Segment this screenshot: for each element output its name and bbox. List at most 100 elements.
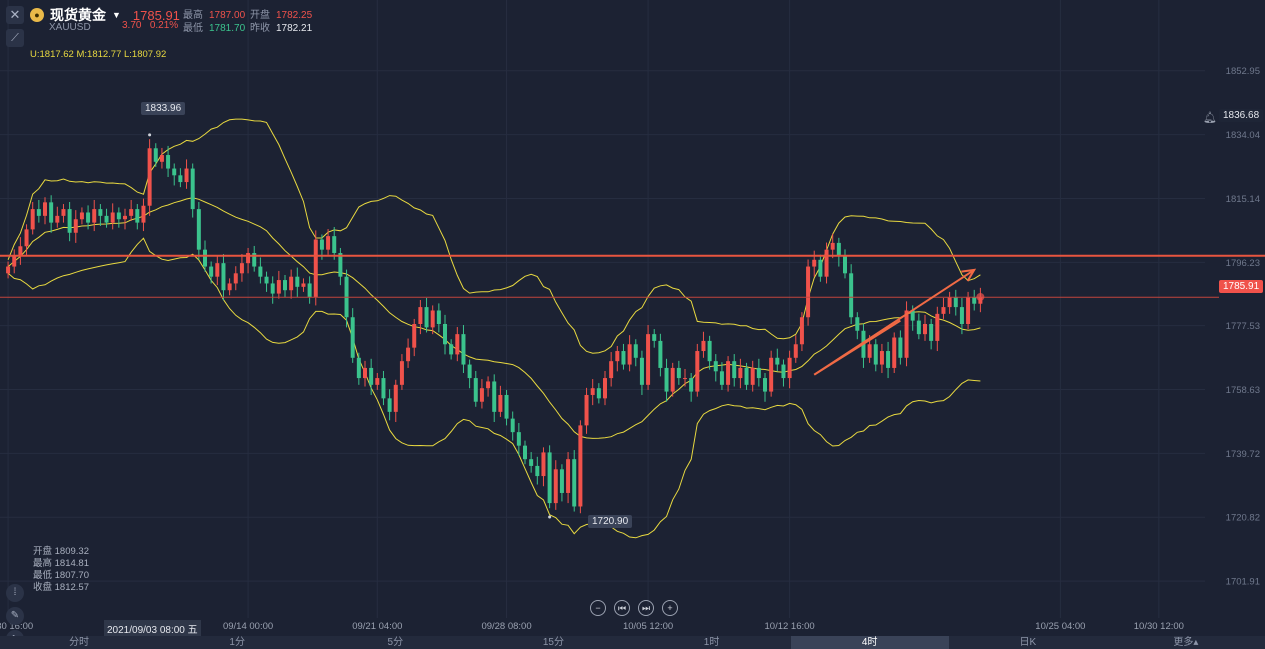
y-tick-label: 1701.91: [1226, 577, 1260, 588]
candle-body: [498, 394, 503, 412]
period-tab[interactable]: 分时: [0, 636, 158, 649]
bell-icon[interactable]: 🔔︎: [1199, 110, 1221, 125]
candle-body: [904, 310, 909, 358]
candle-body: [566, 459, 571, 493]
candle-body: [941, 307, 946, 314]
bollinger-values: U:1817.62 M:1812.77 L:1807.92: [30, 49, 167, 60]
x-tick-label: 10/25 04:00: [1035, 621, 1085, 632]
period-tab[interactable]: 15分: [474, 636, 632, 649]
current-price-tag: 1785.91: [1219, 280, 1264, 293]
candle-body: [196, 209, 201, 250]
candle-body: [129, 209, 134, 216]
candle-body: [615, 351, 620, 362]
candle-body: [479, 388, 484, 402]
candle-body: [596, 388, 601, 399]
candle-body: [793, 344, 798, 358]
x-tick-label: 10/30 12:00: [1134, 621, 1184, 632]
candle-body: [30, 209, 35, 230]
period-tab[interactable]: 1时: [633, 636, 791, 649]
candle-body: [270, 283, 275, 294]
candle-body: [455, 334, 460, 355]
draw-tool-icon[interactable]: ⟋: [6, 29, 24, 47]
candle-body: [590, 388, 595, 395]
indicator-icon[interactable]: ⁞: [6, 584, 24, 602]
skip-start-icon[interactable]: ⏮︎: [614, 600, 630, 616]
candle-body: [153, 148, 158, 162]
candle-body: [375, 378, 380, 385]
close-icon[interactable]: ✕: [6, 6, 24, 24]
candle-body: [966, 296, 971, 324]
candle-body: [166, 155, 171, 169]
candle-body: [443, 324, 447, 345]
candle-body: [695, 351, 700, 392]
period-tabs: 分时 1分 5分 15分 1时 4时 日K 更多▴: [0, 636, 1265, 649]
candle-body: [43, 202, 47, 216]
candle-body: [898, 337, 903, 358]
candle-body: [61, 209, 66, 216]
candle-body: [652, 334, 657, 341]
period-tab[interactable]: 4时: [790, 636, 949, 649]
symbol-code: XAUUSD: [49, 22, 91, 33]
candle-body: [769, 357, 774, 392]
candle-body: [110, 212, 115, 223]
candle-body: [849, 273, 854, 318]
candle-body: [319, 239, 324, 250]
period-tab[interactable]: 日K: [949, 636, 1107, 649]
candle-body: [418, 307, 423, 324]
candle-body: [184, 168, 189, 183]
candle-body: [406, 347, 411, 362]
candle-body: [486, 381, 491, 389]
candle-body: [658, 340, 663, 368]
candle-body: [603, 378, 607, 399]
candle-body: [116, 212, 121, 220]
candle-body: [246, 253, 251, 264]
extreme-marker: [548, 515, 552, 519]
candle-body: [787, 357, 792, 379]
zoom-in-icon[interactable]: +: [662, 600, 678, 616]
candle-body: [49, 202, 54, 223]
crosshair-ohlc: 开盘 1809.32 最高 1814.81 最低 1807.70 收盘 1812…: [33, 546, 89, 594]
candle-body: [683, 378, 687, 380]
candle-body: [935, 313, 940, 341]
candle-body: [369, 367, 374, 385]
period-tab[interactable]: 更多▴: [1107, 636, 1265, 649]
skip-end-icon[interactable]: ⏭︎: [638, 600, 654, 616]
candle-body: [516, 432, 521, 446]
x-tick-label: 09/14 00:00: [223, 621, 273, 632]
y-tick-label: 1796.23: [1226, 258, 1260, 269]
candle-body: [190, 168, 195, 210]
y-tick-label: 1834.04: [1226, 130, 1260, 141]
candle-body: [750, 367, 755, 385]
zoom-out-icon[interactable]: −: [590, 600, 606, 616]
candle-body: [892, 337, 897, 368]
candle-body: [559, 469, 564, 493]
candle-body: [676, 367, 681, 379]
period-tab[interactable]: 5分: [316, 636, 474, 649]
candle-body: [92, 209, 97, 223]
candle-body: [332, 236, 337, 254]
candle-body: [646, 334, 651, 385]
candle-body: [467, 364, 472, 379]
x-tick-label: 09/28 08:00: [481, 621, 531, 632]
y-tick-label: 1777.53: [1226, 321, 1260, 332]
candle-body: [523, 445, 527, 460]
candle-body: [172, 168, 177, 176]
candle-body: [639, 357, 644, 385]
candle-body: [159, 155, 164, 162]
live-price-dot: [976, 292, 985, 301]
candle-body: [879, 351, 884, 365]
candle-body: [123, 215, 127, 220]
pencil-icon[interactable]: ✎: [6, 607, 24, 625]
candle-body: [147, 148, 152, 206]
period-tab[interactable]: 1分: [158, 636, 316, 649]
candlestick-chart[interactable]: 1852.95 1834.04 1815.14 1796.23 1777.53 1758.…: [0, 0, 1265, 649]
chevron-down-icon[interactable]: ▼: [112, 10, 121, 20]
low-quote: 最低 1781.70: [183, 19, 245, 34]
candle-body: [609, 361, 614, 379]
peak-price-tag: 1833.96: [141, 102, 186, 115]
candle-body: [775, 357, 780, 365]
candle-body: [393, 384, 398, 412]
candle-body: [73, 219, 78, 233]
candle-body: [584, 394, 589, 426]
prev-close-value: 1782.21: [276, 23, 313, 34]
